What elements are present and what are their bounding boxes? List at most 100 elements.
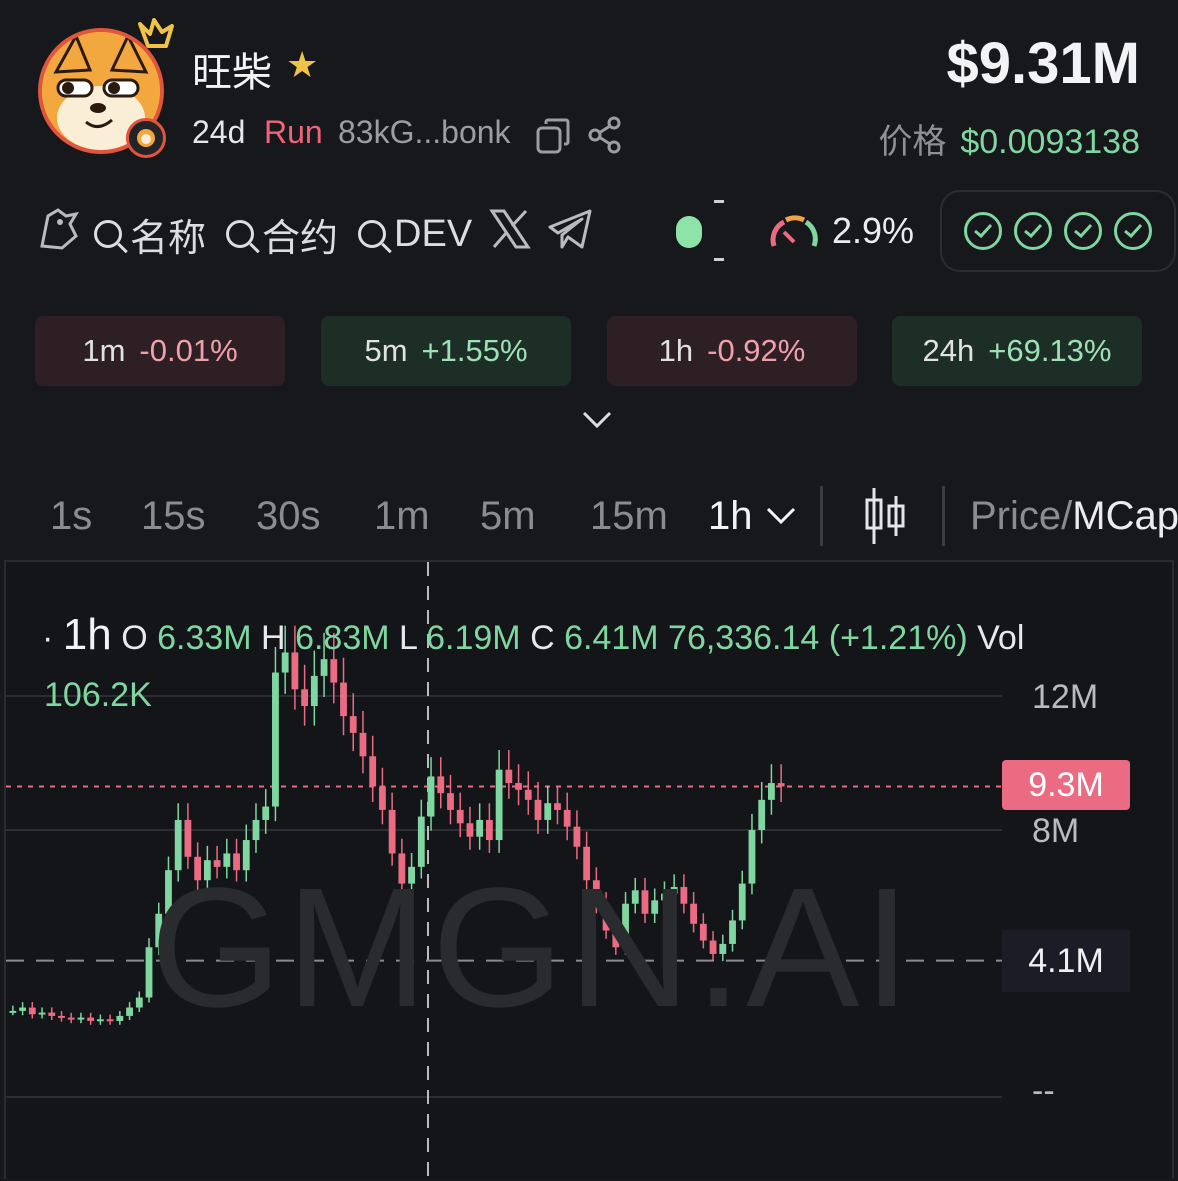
period-change-1m[interactable]: 1m -0.01% <box>35 316 285 386</box>
holder-percent: 2.9% <box>832 210 915 251</box>
candle-body <box>58 1015 65 1018</box>
divider <box>942 486 945 546</box>
open-label: O <box>121 619 148 657</box>
mode-mcap: MCap <box>1072 494 1178 538</box>
low-label: L <box>399 619 417 657</box>
candle-body <box>495 769 503 841</box>
candle-body <box>126 1007 133 1016</box>
candle-body <box>476 819 484 837</box>
candle-body <box>9 1010 17 1013</box>
high-label: H <box>261 619 286 657</box>
period-label: 1m <box>82 333 126 368</box>
candle-body <box>777 783 785 787</box>
status-indicator <box>676 216 702 248</box>
chevron-down-icon[interactable] <box>766 506 796 531</box>
security-checks[interactable] <box>940 190 1176 272</box>
mode-price: Price/ <box>970 494 1073 538</box>
launchpad-badge-icon <box>126 118 166 158</box>
close-label: C <box>530 619 555 657</box>
search-icon <box>358 220 387 248</box>
social-links-row: 名称 合约 DEV <box>36 206 594 262</box>
period-label: 1h <box>658 333 694 368</box>
search-name-link[interactable]: 名称 <box>130 207 206 262</box>
period-change-1h[interactable]: 1h -0.92% <box>607 316 857 386</box>
candle-body <box>379 786 386 810</box>
price-row: 价格 $0.0093138 <box>878 114 1140 163</box>
check-circle-icon <box>964 212 1002 250</box>
candle-body <box>310 675 318 707</box>
search-icon <box>226 220 255 248</box>
candle-body <box>485 819 493 841</box>
candlestick-icon[interactable] <box>862 486 908 551</box>
period-value: +69.13% <box>988 333 1112 368</box>
legend-dot: · <box>42 619 54 657</box>
volume-value: 106.2K <box>44 676 152 714</box>
candle-body <box>135 997 143 1008</box>
candle-body <box>77 1017 85 1020</box>
candle-body <box>563 809 571 827</box>
interval-5m[interactable]: 5m <box>480 494 536 539</box>
copy-icon[interactable] <box>536 118 572 159</box>
candle-body <box>544 803 552 820</box>
candle-body <box>466 823 474 837</box>
favorite-star-icon[interactable]: ★ <box>286 44 318 86</box>
telegram-icon[interactable] <box>546 207 594 261</box>
period-change-24h[interactable]: 24h +69.13% <box>892 316 1142 386</box>
candle-body <box>573 826 581 847</box>
crown-icon <box>136 16 176 57</box>
check-circle-icon <box>1114 212 1152 250</box>
y-tick-8m: 8M <box>1032 812 1080 850</box>
ohlc-legend: · 1h O 6.33M H 6.83M L 6.19M C 6.41M 76,… <box>42 610 1024 660</box>
interval-15s[interactable]: 15s <box>141 494 206 539</box>
interval-30s[interactable]: 30s <box>256 494 321 539</box>
candle-body <box>388 809 396 854</box>
token-age: 24d <box>192 114 246 150</box>
chevron-down-icon[interactable] <box>582 410 612 435</box>
candle-body <box>515 783 522 790</box>
candle-body <box>272 672 279 807</box>
interval-1s[interactable]: 1s <box>50 494 92 539</box>
candle-body <box>369 756 377 787</box>
candle-body <box>87 1017 95 1021</box>
bird-logo-icon[interactable] <box>36 206 82 262</box>
candle-body <box>48 1012 56 1016</box>
period-value: -0.01% <box>139 333 238 368</box>
candle-body <box>554 803 561 810</box>
candle-body <box>330 659 338 683</box>
contract-address[interactable]: 83kG...bonk <box>338 114 511 151</box>
interval-15m[interactable]: 15m <box>590 494 668 539</box>
period-value: -0.92% <box>707 333 806 368</box>
search-contract-link[interactable]: 合约 <box>262 207 338 262</box>
low-marker-tag: 4.1M <box>1002 930 1130 992</box>
candle-body <box>768 783 775 800</box>
indicator-dash <box>714 200 724 203</box>
period-change-5m[interactable]: 5m +1.55% <box>321 316 571 386</box>
change-value: 76,336.14 (+1.21%) <box>668 619 968 657</box>
candle-body <box>106 1019 114 1022</box>
candle-body <box>505 769 513 784</box>
candle-body <box>252 819 260 841</box>
candle-body <box>427 776 435 817</box>
divider <box>820 486 823 546</box>
candle-body <box>96 1019 104 1022</box>
open-value: 6.33M <box>157 619 252 657</box>
candle-body <box>38 1012 46 1015</box>
token-status: Run <box>264 114 323 150</box>
low-value: 6.19M <box>426 619 521 657</box>
share-icon[interactable] <box>588 116 622 159</box>
candle-body <box>340 682 347 717</box>
candle-body <box>437 776 445 794</box>
candle-body <box>262 806 270 820</box>
period-value: +1.55% <box>421 333 528 368</box>
chart-mode-toggle[interactable]: Price/MCap <box>970 494 1178 539</box>
search-dev-link[interactable]: DEV <box>394 213 472 256</box>
candle-body <box>447 793 454 810</box>
period-label: 24h <box>922 333 975 368</box>
interval-1h-active[interactable]: 1h <box>708 494 753 539</box>
x-twitter-icon[interactable] <box>488 207 532 261</box>
interval-1m[interactable]: 1m <box>374 494 430 539</box>
current-price-tag: 9.3M <box>1002 760 1130 810</box>
watermark: GMGN.AI <box>150 853 915 1043</box>
candle-body <box>359 732 367 757</box>
candle-body <box>28 1007 36 1015</box>
